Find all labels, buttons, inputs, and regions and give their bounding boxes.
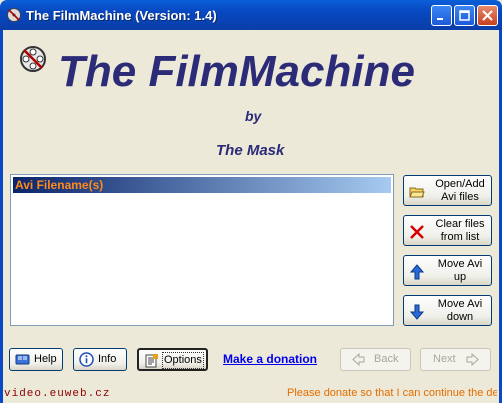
maximize-icon bbox=[459, 10, 470, 21]
move-avi-up-button[interactable]: Move Avi up bbox=[403, 255, 492, 286]
arrow-right-icon bbox=[466, 352, 479, 367]
info-label: Info bbox=[98, 353, 117, 365]
title-bar[interactable]: The FilmMachine (Version: 1.4) bbox=[0, 0, 502, 30]
red-x-icon bbox=[410, 225, 424, 239]
options-button[interactable]: Options bbox=[137, 348, 208, 371]
avi-file-list[interactable]: Avi Filename(s) bbox=[10, 174, 394, 326]
window-title: The FilmMachine (Version: 1.4) bbox=[26, 8, 217, 23]
arrow-left-icon bbox=[352, 352, 365, 367]
app-title: The FilmMachine bbox=[58, 47, 415, 96]
minimize-icon bbox=[437, 18, 443, 20]
next-button[interactable]: Next bbox=[420, 348, 491, 371]
info-button[interactable]: Info bbox=[73, 348, 127, 371]
help-button[interactable]: Help bbox=[9, 348, 63, 371]
back-label: Back bbox=[374, 353, 399, 365]
minimize-button[interactable] bbox=[431, 5, 452, 26]
clear-files-label: Clear files from list bbox=[435, 218, 485, 243]
by-label: by bbox=[245, 108, 262, 124]
open-add-avi-button[interactable]: Open/Add Avi files bbox=[403, 175, 492, 206]
help-book-icon bbox=[15, 354, 30, 365]
website-label: video.euweb.cz bbox=[4, 388, 111, 400]
arrow-down-icon bbox=[409, 304, 425, 320]
arrow-up-icon bbox=[409, 264, 425, 280]
folder-open-icon bbox=[409, 187, 425, 198]
list-column-header[interactable]: Avi Filename(s) bbox=[13, 177, 391, 193]
move-avi-down-label: Move Avi down bbox=[437, 298, 483, 323]
maximize-button[interactable] bbox=[454, 5, 475, 26]
move-avi-down-button[interactable]: Move Avi down bbox=[403, 295, 492, 326]
back-button[interactable]: Back bbox=[340, 348, 411, 371]
close-icon bbox=[482, 10, 493, 21]
author-label: The Mask bbox=[216, 142, 285, 159]
options-clipboard-icon bbox=[145, 354, 158, 368]
make-donation-link[interactable]: Make a donation bbox=[223, 352, 317, 366]
move-avi-up-label: Move Avi up bbox=[437, 258, 483, 283]
options-label: Options bbox=[162, 352, 204, 369]
donation-scroll-message: Please donate so that I can continue the… bbox=[287, 387, 497, 399]
open-add-avi-label: Open/Add Avi files bbox=[435, 178, 485, 203]
film-reel-icon bbox=[7, 8, 21, 22]
help-label: Help bbox=[34, 353, 57, 365]
info-icon bbox=[79, 352, 94, 367]
clear-files-button[interactable]: Clear files from list bbox=[403, 215, 492, 246]
next-label: Next bbox=[433, 353, 456, 365]
film-reel-icon bbox=[20, 46, 46, 72]
close-button[interactable] bbox=[477, 5, 498, 26]
